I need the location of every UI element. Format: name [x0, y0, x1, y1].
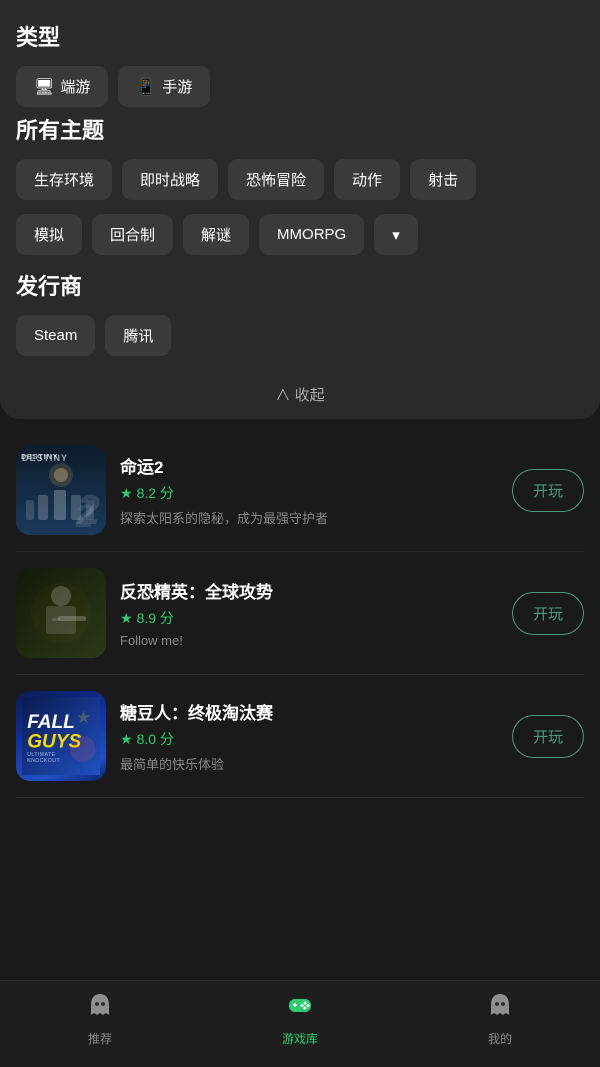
game-item-destiny2: DESTINY 2 命运2 ★ 8.2 分 探索太阳系的隐秘，成为最强守护者 开…	[16, 429, 584, 552]
nav-label-library: 游戏库	[282, 1030, 318, 1047]
collapse-label: ∧ 收起	[275, 384, 324, 405]
theme-shooter-btn[interactable]: 射击	[410, 159, 476, 200]
game-info-csgo: 反恐精英：全球攻势 ★ 8.9 分 Follow me!	[120, 578, 498, 648]
game-rating-fallguys: ★ 8.0 分	[120, 729, 498, 749]
theme-buttons-row2: 模拟 回合制 解谜 MMORPG ▾	[16, 214, 584, 255]
game-info-destiny2: 命运2 ★ 8.2 分 探索太阳系的隐秘，成为最强守护者	[120, 453, 498, 527]
theme-puzzle-btn[interactable]: 解谜	[183, 214, 249, 255]
game-info-fallguys: 糖豆人：终极淘汰赛 ★ 8.0 分 最简单的快乐体验	[120, 699, 498, 773]
theme-survival-btn[interactable]: 生存环境	[16, 159, 112, 200]
collapse-button[interactable]: ∧ 收起	[16, 370, 584, 419]
nav-item-mine[interactable]: 我的	[460, 991, 540, 1047]
play-button-destiny2[interactable]: 开玩	[512, 469, 584, 512]
steam-publisher-btn[interactable]: Steam	[16, 315, 95, 356]
theme-mmorpg-btn[interactable]: MMORPG	[259, 214, 364, 255]
theme-section-title: 所有主题	[16, 113, 584, 145]
star-icon: ★	[120, 485, 133, 502]
publisher-section-title: 发行商	[16, 269, 584, 301]
play-button-csgo[interactable]: 开玩	[512, 592, 584, 635]
game-item-csgo: 反恐精英：全球攻势 ★ 8.9 分 Follow me! 开玩	[16, 552, 584, 675]
game-name-csgo: 反恐精英：全球攻势	[120, 578, 498, 603]
nav-item-library[interactable]: 游戏库	[260, 991, 340, 1047]
play-button-fallguys[interactable]: 开玩	[512, 715, 584, 758]
nav-label-mine: 我的	[488, 1030, 512, 1047]
publisher-buttons-row: Steam 腾讯	[16, 315, 584, 356]
nav-item-recommend[interactable]: 推荐	[60, 991, 140, 1047]
game-desc-csgo: Follow me!	[120, 633, 498, 648]
destiny-art-svg: DESTINY 2	[16, 445, 106, 535]
gamepad-icon	[286, 991, 314, 1026]
tencent-publisher-btn[interactable]: 腾讯	[105, 315, 171, 356]
game-desc-destiny2: 探索太阳系的隐秘，成为最强守护者	[120, 508, 498, 527]
theme-buttons-row: 生存环境 即时战略 恐怖冒险 动作 射击	[16, 159, 584, 200]
theme-more-btn[interactable]: ▾	[374, 214, 418, 255]
fallguys-art-svg: FALL GUYS ULTIMATE KNOCKOUT ★	[22, 697, 100, 775]
type-buttons-row: 🖥 端游 📱 手游	[16, 66, 584, 107]
game-name-destiny2: 命运2	[120, 453, 498, 478]
game-item-fallguys: FALL GUYS ULTIMATE KNOCKOUT ★ 糖豆人：终极淘汰赛 …	[16, 675, 584, 798]
theme-action-btn[interactable]: 动作	[334, 159, 400, 200]
svg-text:FALL: FALL	[27, 712, 75, 733]
pc-game-button[interactable]: 🖥 端游	[16, 66, 108, 107]
star-icon-fallguys: ★	[120, 731, 133, 748]
game-rating-csgo: ★ 8.9 分	[120, 608, 498, 628]
ghost-icon	[86, 991, 114, 1026]
game-thumb-csgo	[16, 568, 106, 658]
type-section-title: 类型	[16, 20, 584, 52]
nav-label-recommend: 推荐	[88, 1030, 112, 1047]
game-desc-fallguys: 最简单的快乐体验	[120, 754, 498, 773]
svg-text:KNOCKOUT: KNOCKOUT	[27, 758, 60, 764]
profile-ghost-icon	[486, 991, 514, 1026]
game-thumb-destiny2: DESTINY 2	[16, 445, 106, 535]
theme-horror-btn[interactable]: 恐怖冒险	[228, 159, 324, 200]
svg-text:2: 2	[75, 498, 94, 534]
bottom-navigation: 推荐 游戏库 我的	[0, 980, 600, 1067]
phone-icon: 📱	[136, 77, 156, 97]
theme-sim-btn[interactable]: 模拟	[16, 214, 82, 255]
csgo-art-svg	[16, 568, 106, 658]
filter-panel: 类型 🖥 端游 📱 手游 所有主题 生存环境 即时战略 恐怖冒险 动作 射击 模…	[0, 0, 600, 419]
svg-text:★: ★	[76, 707, 92, 727]
game-rating-destiny2: ★ 8.2 分	[120, 483, 498, 503]
svg-text:DESTINY: DESTINY	[21, 454, 58, 461]
star-icon-csgo: ★	[120, 610, 133, 627]
theme-rts-btn[interactable]: 即时战略	[122, 159, 218, 200]
game-thumb-fallguys: FALL GUYS ULTIMATE KNOCKOUT ★	[16, 691, 106, 781]
theme-turnbased-btn[interactable]: 回合制	[92, 214, 173, 255]
svg-text:ULTIMATE: ULTIMATE	[27, 752, 55, 758]
mobile-game-button[interactable]: 📱 手游	[118, 66, 210, 107]
chevron-down-icon: ▾	[392, 226, 400, 244]
game-name-fallguys: 糖豆人：终极淘汰赛	[120, 699, 498, 724]
game-list: DESTINY 2 命运2 ★ 8.2 分 探索太阳系的隐秘，成为最强守护者 开…	[0, 419, 600, 980]
monitor-icon: 🖥	[34, 77, 54, 97]
